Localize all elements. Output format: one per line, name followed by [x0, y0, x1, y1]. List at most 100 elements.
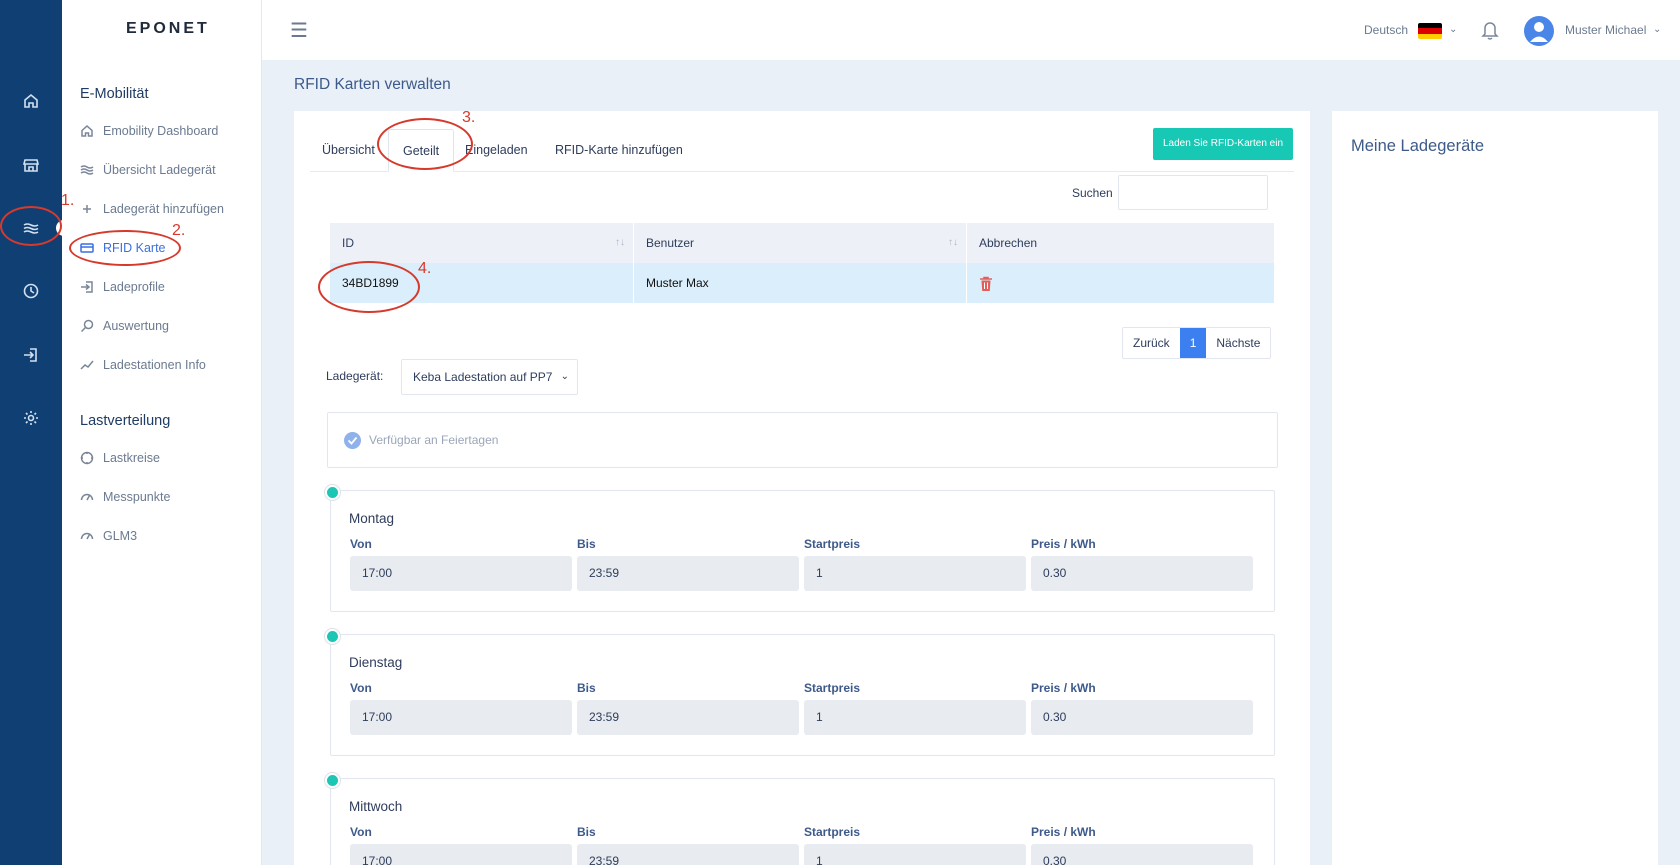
- column-header-id[interactable]: ID ↑↓: [330, 223, 634, 263]
- day-block-montag: Montag Von Bis Startpreis Preis / kWh 17…: [325, 485, 1275, 612]
- trash-icon[interactable]: [979, 276, 993, 291]
- sidebar-item-glm3[interactable]: GLM3: [80, 529, 137, 543]
- sidebar-item-label: Auswertung: [103, 319, 170, 333]
- holiday-availability: Verfügbar an Feiertagen: [327, 412, 1278, 468]
- annotation-number-1: 1.: [61, 192, 75, 209]
- price-kwh-input[interactable]: 0.30: [1031, 556, 1253, 591]
- gear-icon[interactable]: [0, 398, 62, 438]
- sidebar-item-emobility-dashboard[interactable]: Emobility Dashboard: [80, 124, 218, 138]
- tab-rfid-karte-hinzufuegen[interactable]: RFID-Karte hinzufügen: [555, 129, 683, 172]
- hamburger-menu-icon[interactable]: ☰: [290, 18, 308, 43]
- to-input[interactable]: 23:59: [577, 556, 799, 591]
- waves-icon[interactable]: [0, 208, 64, 248]
- day-title: Montag: [349, 511, 395, 526]
- sort-icon[interactable]: ↑↓: [615, 223, 625, 263]
- pagination-prev[interactable]: Zurück: [1123, 328, 1180, 358]
- sidebar-item-ladestationen-info[interactable]: Ladestationen Info: [80, 358, 206, 372]
- pagination-next[interactable]: Nächste: [1206, 328, 1270, 358]
- sidebar-item-ladeprofile[interactable]: Ladeprofile: [80, 280, 165, 294]
- pagination: Zurück 1 Nächste: [1122, 327, 1272, 359]
- field-label-startpreis: Startpreis: [804, 825, 861, 839]
- topbar: ☰ Deutsch ⌄ Muster Michael ⌄: [262, 0, 1680, 60]
- table-row[interactable]: 34BD1899 Muster Max: [330, 263, 1274, 303]
- sidebar-item-label: Messpunkte: [103, 490, 171, 504]
- sidebar-item-ladegeraet-hinzufuegen[interactable]: Ladegerät hinzufügen: [80, 202, 224, 216]
- field-label-preis: Preis / kWh: [1031, 825, 1096, 839]
- price-kwh-input[interactable]: 0.30: [1031, 700, 1253, 735]
- sidebar-item-messpunkte[interactable]: Messpunkte: [80, 490, 170, 504]
- from-input[interactable]: 17:00: [350, 844, 572, 865]
- charger-select[interactable]: Keba Ladestation auf PP7 ⌄: [401, 359, 578, 395]
- page-title: RFID Karten verwalten: [294, 76, 451, 93]
- sidebar-item-label: Übersicht Ladegerät: [103, 163, 216, 177]
- sidebar-item-label: Ladestationen Info: [103, 358, 206, 372]
- tab-bar: Übersicht Geteilt Eingeladen RFID-Karte …: [310, 129, 1294, 172]
- day-title: Mittwoch: [349, 799, 403, 814]
- holiday-label: Verfügbar an Feiertagen: [369, 433, 499, 447]
- home-icon[interactable]: [0, 81, 62, 121]
- day-toggle[interactable]: [325, 485, 340, 500]
- section-title-emobility: E-Mobilität: [80, 86, 149, 102]
- field-label-bis: Bis: [577, 681, 596, 695]
- chevron-down-icon[interactable]: ⌄: [1653, 24, 1661, 35]
- login-icon[interactable]: [0, 335, 62, 375]
- to-input[interactable]: 23:59: [577, 844, 799, 865]
- avatar[interactable]: [1524, 16, 1554, 46]
- chevron-down-icon: ⌄: [560, 371, 569, 382]
- search-label: Suchen: [1072, 186, 1113, 200]
- clock-icon[interactable]: [0, 271, 62, 311]
- column-header-abbrechen: Abbrechen: [979, 236, 1038, 250]
- sidebar-item-lastkreise[interactable]: Lastkreise: [80, 451, 160, 465]
- charger-select-value: Keba Ladestation auf PP7: [413, 370, 553, 384]
- store-icon[interactable]: [0, 145, 62, 185]
- from-input[interactable]: 17:00: [350, 700, 572, 735]
- card-icon: [80, 241, 94, 255]
- home-icon: [80, 124, 94, 138]
- chevron-down-icon[interactable]: ⌄: [1449, 24, 1457, 35]
- annotation-number-4: 4.: [418, 260, 432, 277]
- annotation-number-3: 3.: [462, 109, 476, 126]
- cell-user: Muster Max: [634, 263, 967, 303]
- charger-label: Ladegerät:: [326, 369, 384, 383]
- gauge-icon: [80, 529, 94, 543]
- sidebar-item-label: Emobility Dashboard: [103, 124, 219, 138]
- sidebar-item-label: Ladeprofile: [103, 280, 165, 294]
- sidebar-item-uebersicht-ladegeraet[interactable]: Übersicht Ladegerät: [80, 163, 216, 177]
- field-label-bis: Bis: [577, 825, 596, 839]
- day-toggle[interactable]: [325, 773, 340, 788]
- pagination-page-1[interactable]: 1: [1179, 328, 1207, 358]
- search-icon: [80, 319, 94, 333]
- annotation-number-2: 2.: [172, 222, 186, 239]
- sidebar-item-rfid-karte[interactable]: RFID Karte: [80, 241, 166, 255]
- field-label-startpreis: Startpreis: [804, 681, 861, 695]
- sidebar-item-auswertung[interactable]: Auswertung: [80, 319, 169, 333]
- to-input[interactable]: 23:59: [577, 700, 799, 735]
- column-header-benutzer[interactable]: Benutzer ↑↓: [634, 223, 967, 263]
- my-chargers-title: Meine Ladegeräte: [1351, 137, 1485, 155]
- load-rfid-cards-button[interactable]: Laden Sie RFID-Karten ein: [1153, 128, 1293, 160]
- search-input[interactable]: [1118, 175, 1268, 210]
- tab-geteilt[interactable]: Geteilt: [388, 129, 455, 172]
- german-flag-icon[interactable]: [1418, 23, 1442, 39]
- start-price-input[interactable]: 1: [804, 844, 1026, 865]
- user-menu[interactable]: Muster Michael: [1565, 23, 1646, 37]
- table-header: ID ↑↓ Benutzer ↑↓ Abbrechen: [330, 223, 1274, 263]
- from-input[interactable]: 17:00: [350, 556, 572, 591]
- gauge-icon: [80, 490, 94, 504]
- price-kwh-input[interactable]: 0.30: [1031, 844, 1253, 865]
- field-label-von: Von: [350, 681, 372, 695]
- rfid-table: ID ↑↓ Benutzer ↑↓ Abbrechen 34BD1899 Muste…: [330, 223, 1274, 303]
- sort-icon[interactable]: ↑↓: [948, 223, 958, 263]
- holiday-checkbox[interactable]: [344, 432, 361, 449]
- icon-rail: [0, 0, 64, 865]
- language-selector[interactable]: Deutsch: [1364, 23, 1408, 37]
- tab-eingeladen[interactable]: Eingeladen: [465, 129, 528, 172]
- start-price-input[interactable]: 1: [804, 700, 1026, 735]
- delete-cell: [967, 263, 1274, 303]
- field-label-startpreis: Startpreis: [804, 537, 861, 551]
- day-toggle[interactable]: [325, 629, 340, 644]
- bell-icon[interactable]: [1480, 19, 1500, 46]
- circle-icon: [80, 451, 94, 465]
- tab-uebersicht[interactable]: Übersicht: [322, 129, 375, 172]
- start-price-input[interactable]: 1: [804, 556, 1026, 591]
